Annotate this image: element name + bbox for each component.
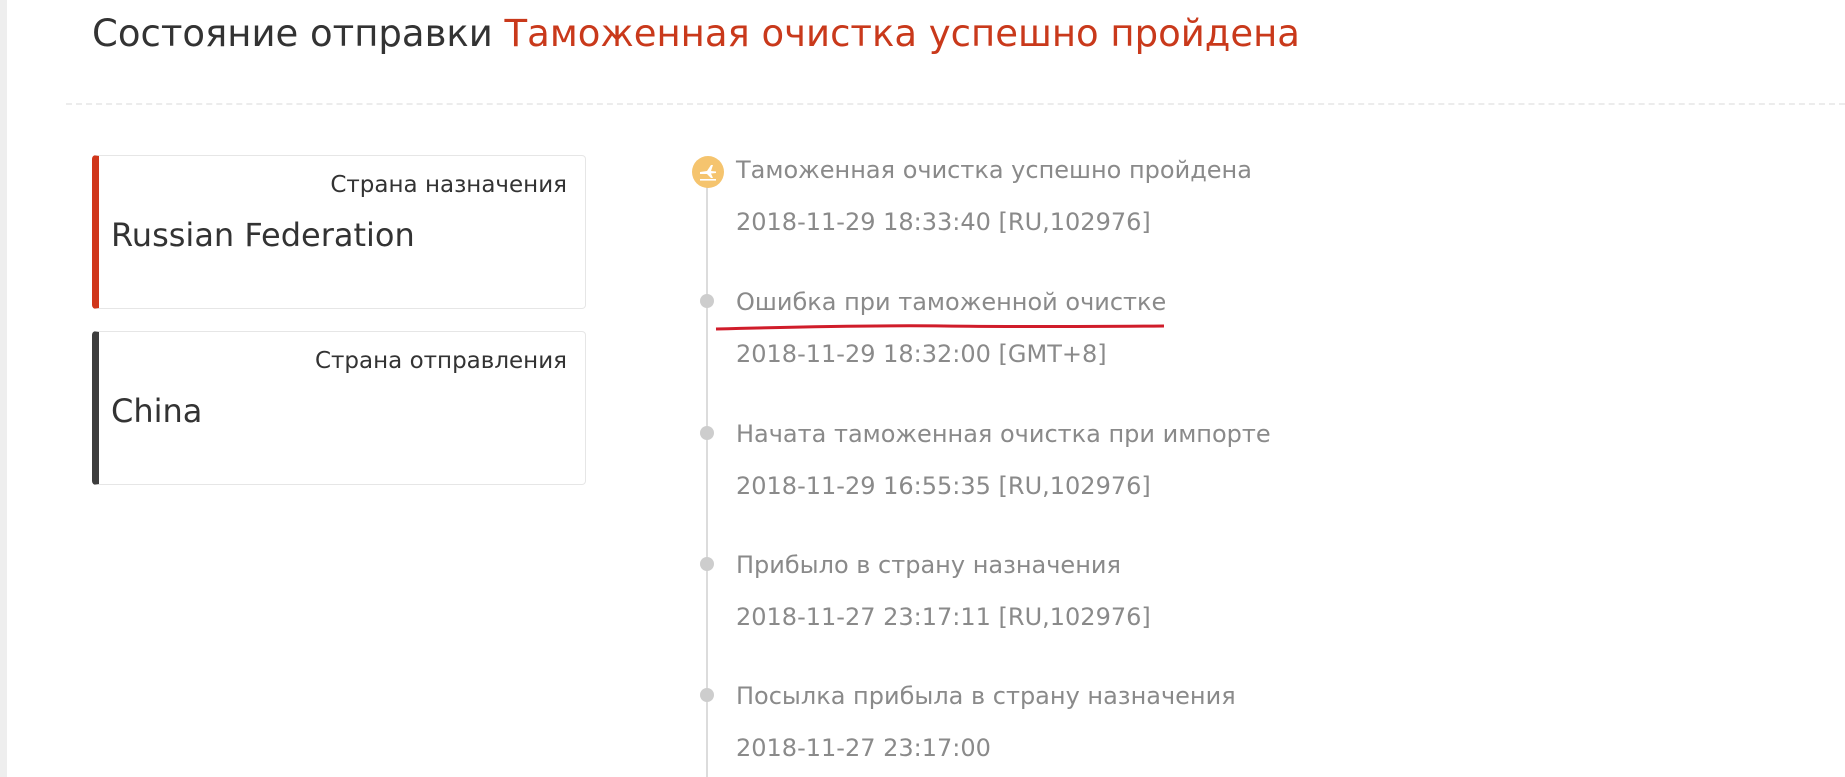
timeline-event-time: 2018-11-27 23:17:00: [736, 734, 991, 762]
destination-country: Russian Federation: [111, 216, 415, 254]
timeline-event-title: Посылка прибыла в страну назначения: [736, 682, 1236, 710]
timeline-event-title: Прибыло в страну назначения: [736, 551, 1121, 579]
timeline-event-title: Начата таможенная очистка при импорте: [736, 420, 1271, 448]
origin-caption: Страна отправления: [314, 348, 567, 374]
shipment-status-header: Состояние отправки Таможенная очистка ус…: [92, 10, 1300, 58]
destination-caption: Страна назначения: [330, 172, 567, 198]
status-label: Состояние отправки: [92, 12, 493, 55]
timeline-dot: [700, 557, 714, 571]
timeline-event-time: 2018-11-29 18:32:00 [GMT+8]: [736, 340, 1107, 368]
timeline-event-time: 2018-11-29 18:33:40 [RU,102976]: [736, 208, 1151, 236]
plane-landing-icon: [692, 156, 724, 188]
timeline-dot: [700, 688, 714, 702]
timeline-dot: [700, 294, 714, 308]
red-underline-annotation: [715, 324, 1165, 331]
header-divider: [66, 103, 1845, 105]
status-value: Таможенная очистка успешно пройдена: [504, 12, 1300, 55]
timeline-dot: [700, 426, 714, 440]
timeline-event-title: Таможенная очистка успешно пройдена: [736, 156, 1252, 184]
timeline-event-time: 2018-11-29 16:55:35 [RU,102976]: [736, 472, 1151, 500]
origin-country-card: Страна отправления China: [92, 331, 586, 485]
destination-country-card: Страна назначения Russian Federation: [92, 155, 586, 309]
origin-country: China: [111, 392, 203, 430]
left-edge-rail: [0, 0, 7, 777]
timeline-line: [706, 170, 708, 777]
timeline-event-time: 2018-11-27 23:17:11 [RU,102976]: [736, 603, 1151, 631]
timeline-event-title: Ошибка при таможенной очистке: [736, 288, 1167, 316]
